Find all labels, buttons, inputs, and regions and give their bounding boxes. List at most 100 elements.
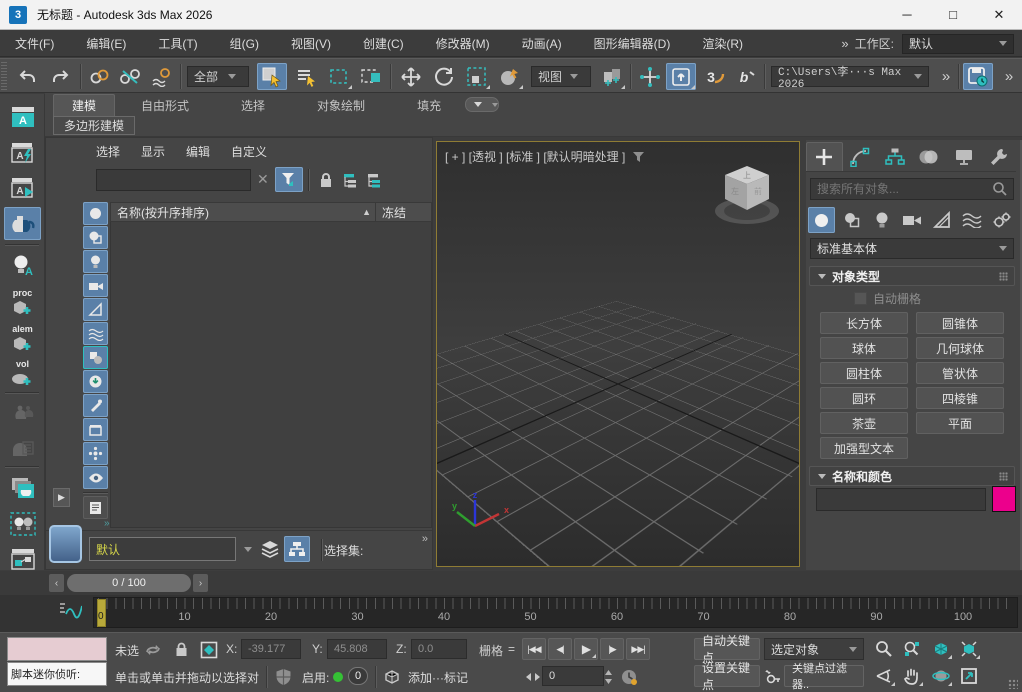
- track-bar-ruler[interactable]: 0 10 20 30 40 50 60 70 80 90 100: [93, 597, 1018, 628]
- tab-modify[interactable]: [843, 142, 878, 171]
- category-helpers-button[interactable]: [928, 207, 955, 233]
- light-lister-button[interactable]: A: [4, 249, 41, 282]
- menu-edit[interactable]: 编辑(E): [84, 35, 128, 52]
- ribbon-tab-selection[interactable]: 选择: [215, 95, 291, 116]
- y-coord-field[interactable]: 45.808: [327, 639, 387, 659]
- window-resize-grip[interactable]: [1008, 679, 1018, 689]
- use-pivot-center-button[interactable]: [598, 63, 626, 90]
- set-key-button[interactable]: 设置关键点: [694, 665, 760, 687]
- object-type-rollout-header[interactable]: 对象类型: [809, 266, 1015, 286]
- ribbon-tab-modeling[interactable]: 建模: [53, 94, 115, 116]
- category-spacewarps-button[interactable]: [958, 207, 985, 233]
- toolbar-overflow-chevron-2[interactable]: »: [997, 63, 1019, 90]
- maximize-button[interactable]: □: [930, 0, 976, 30]
- isolate-selection-icon[interactable]: [142, 639, 164, 660]
- cp-search-input[interactable]: [811, 182, 992, 196]
- se-menu-customize[interactable]: 自定义: [231, 143, 267, 160]
- se-frozen-column-header[interactable]: 冻结: [375, 203, 431, 221]
- script-run-button[interactable]: A: [4, 171, 41, 204]
- create-pyramid-button[interactable]: 四棱锥: [916, 387, 1004, 409]
- save-scene-button[interactable]: [963, 63, 993, 90]
- mini-curve-editor-button[interactable]: [58, 601, 82, 619]
- key-step-spinner-icon[interactable]: [522, 666, 544, 687]
- toolbar-drag-handle[interactable]: [1, 62, 7, 90]
- se-collapse-hierarchy-icon[interactable]: [362, 168, 386, 192]
- field-of-view-button[interactable]: [872, 665, 896, 687]
- create-sphere-button[interactable]: 球体: [820, 337, 908, 359]
- ribbon-subtab-polygon-modeling[interactable]: 多边形建模: [53, 116, 135, 135]
- auto-key-button[interactable]: 自动关键点: [694, 638, 760, 660]
- select-scale-button[interactable]: [463, 63, 491, 90]
- next-key-button[interactable]: |▶: [600, 638, 624, 660]
- se-search-input[interactable]: [96, 169, 251, 191]
- viewport-label-text[interactable]: [ + ] [透视 ] [标准 ] [默认明暗处理 ]: [445, 148, 625, 165]
- ribbon-tab-populate[interactable]: 填充: [391, 95, 467, 116]
- se-clear-search-icon[interactable]: ✕: [257, 171, 269, 188]
- se-filter-lights-button[interactable]: [83, 250, 108, 273]
- se-menu-select[interactable]: 选择: [96, 143, 120, 160]
- create-alem-button[interactable]: alem: [4, 322, 41, 355]
- menu-graph-editors[interactable]: 图形编辑器(D): [592, 35, 673, 52]
- zoom-extents-all-button[interactable]: [957, 638, 981, 660]
- layer-dropdown-button[interactable]: [236, 537, 252, 561]
- go-to-start-button[interactable]: |◀◀: [522, 638, 546, 660]
- z-coord-field[interactable]: 0.0: [411, 639, 467, 659]
- active-layer-swatch[interactable]: [49, 525, 82, 563]
- keyable-icon[interactable]: [762, 666, 784, 687]
- create-cylinder-button[interactable]: 圆柱体: [820, 362, 908, 384]
- minimize-button[interactable]: ─: [884, 0, 930, 30]
- current-frame-field[interactable]: 0: [542, 666, 604, 686]
- select-rotate-button[interactable]: [430, 63, 458, 90]
- layer-bar-overflow-chevron[interactable]: »: [422, 533, 426, 545]
- tab-motion[interactable]: [912, 142, 947, 171]
- key-mode-dropdown[interactable]: 选定对象: [764, 638, 864, 660]
- tab-utilities[interactable]: [981, 142, 1016, 171]
- previous-frame-button[interactable]: ‹: [49, 574, 64, 592]
- undo-button[interactable]: [14, 63, 42, 90]
- selection-filter-dropdown[interactable]: 全部: [187, 66, 249, 87]
- object-color-swatch[interactable]: [992, 486, 1016, 512]
- tab-display[interactable]: [947, 142, 982, 171]
- se-filter-visibility-button[interactable]: [83, 466, 108, 489]
- menu-create[interactable]: 创建(C): [361, 35, 406, 52]
- disabled-populate-button[interactable]: [4, 396, 41, 429]
- se-filter-helpers-button[interactable]: [83, 298, 108, 321]
- angle-snap-button[interactable]: 3: [702, 63, 730, 90]
- se-filter-cameras-button[interactable]: [83, 274, 108, 297]
- next-frame-button[interactable]: ›: [193, 574, 208, 592]
- create-plane-button[interactable]: 平面: [916, 412, 1004, 434]
- se-filter-button[interactable]: [275, 167, 303, 192]
- select-move-button[interactable]: [397, 63, 425, 90]
- disabled-list-tool-button[interactable]: [4, 431, 41, 464]
- notification-count-button[interactable]: 0: [348, 667, 368, 685]
- close-button[interactable]: ✕: [976, 0, 1022, 30]
- category-lights-button[interactable]: [868, 207, 895, 233]
- layers-stack-icon[interactable]: [260, 539, 280, 559]
- se-expand-hierarchy-icon[interactable]: [338, 168, 362, 192]
- se-menu-display[interactable]: 显示: [141, 143, 165, 160]
- material-teapot-button[interactable]: [4, 207, 41, 240]
- create-vol-button[interactable]: vol: [4, 357, 41, 390]
- create-textplus-button[interactable]: 加强型文本: [820, 437, 908, 459]
- se-list-view-button[interactable]: [83, 496, 108, 519]
- zoom-all-button[interactable]: [900, 638, 924, 660]
- viewport-label[interactable]: [ + ] [透视 ] [标准 ] [默认明暗处理 ]: [445, 148, 645, 165]
- script-editor-lightning-button[interactable]: A: [4, 136, 41, 169]
- create-geosphere-button[interactable]: 几何球体: [916, 337, 1004, 359]
- absolute-offset-toggle-icon[interactable]: [198, 639, 220, 660]
- tab-create[interactable]: [806, 142, 843, 171]
- shield-health-icon[interactable]: [272, 666, 294, 687]
- se-filter-xrefs-button[interactable]: [83, 370, 108, 393]
- teapot-layers-button[interactable]: [4, 471, 41, 504]
- viewport-filter-icon[interactable]: [632, 151, 645, 163]
- active-layer-field[interactable]: 默认: [89, 537, 236, 561]
- create-proc-button[interactable]: proc: [4, 286, 41, 319]
- time-slider[interactable]: 0 / 100: [67, 574, 191, 592]
- se-filter-containers-button[interactable]: [83, 418, 108, 441]
- menu-file[interactable]: 文件(F): [13, 35, 56, 52]
- se-filter-spacewarps-button[interactable]: [83, 322, 108, 345]
- menu-modifiers[interactable]: 修改器(M): [434, 35, 492, 52]
- se-column-headers[interactable]: 名称(按升序排序) ▲ 冻结: [110, 202, 432, 222]
- create-cone-button[interactable]: 圆锥体: [916, 312, 1004, 334]
- category-cameras-button[interactable]: [898, 207, 925, 233]
